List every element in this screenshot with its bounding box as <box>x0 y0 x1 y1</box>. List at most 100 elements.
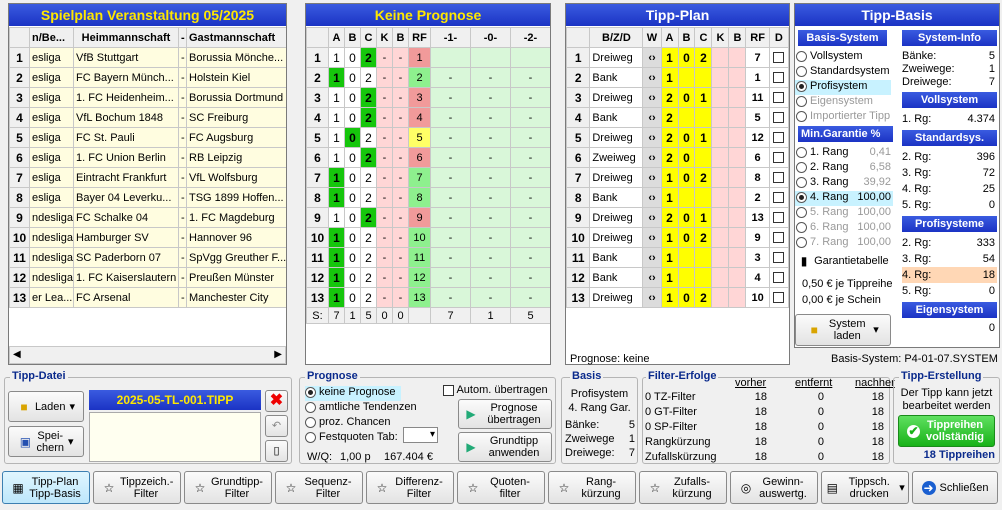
prognose-option[interactable]: keine Prognose <box>305 386 401 401</box>
autom-uebertragen[interactable]: Autom. übertragen <box>443 384 548 396</box>
k-cell[interactable] <box>711 207 730 228</box>
table-cell[interactable]: 2 <box>360 287 377 308</box>
swap-icon[interactable]: ‹› <box>642 167 662 188</box>
table-cell[interactable]: - <box>470 227 511 248</box>
table-row[interactable]: 2 Bank ‹› 1 1 <box>566 67 789 88</box>
table-row[interactable]: 2 esliga FC Bayern Münch... - Holstein Kiel <box>9 67 286 88</box>
column-header[interactable]: A <box>660 27 679 48</box>
row-checkbox[interactable] <box>773 72 785 84</box>
table-cell[interactable]: 5 <box>408 127 431 148</box>
table-cell[interactable]: 2 <box>360 147 377 168</box>
table-cell[interactable]: - <box>178 87 187 108</box>
radio-button[interactable] <box>796 176 807 188</box>
rang-kuerzung-button[interactable]: ☆ Rang- kürzung <box>548 471 636 504</box>
table-cell[interactable]: - <box>392 227 409 248</box>
b-cell[interactable] <box>728 107 747 128</box>
tip-cell[interactable]: 0 <box>677 227 696 248</box>
column-header[interactable]: B <box>344 27 361 48</box>
swap-icon[interactable]: ‹› <box>642 127 662 148</box>
table-cell[interactable]: 0 <box>344 227 361 248</box>
table-cell[interactable]: 1 <box>328 207 345 228</box>
table-cell[interactable]: ndesliga <box>29 227 74 248</box>
row-checkbox[interactable] <box>773 52 785 64</box>
table-cell[interactable]: - <box>376 167 393 188</box>
tip-cell[interactable]: 1 <box>660 267 679 288</box>
table-cell[interactable]: VfL Bochum 1848 <box>73 107 179 128</box>
d-cell[interactable] <box>768 187 789 208</box>
d-cell[interactable] <box>768 127 789 148</box>
radio-button[interactable] <box>305 401 316 413</box>
table-cell[interactable]: - <box>178 267 187 288</box>
table-cell[interactable]: - <box>430 127 471 148</box>
table-cell[interactable] <box>510 47 550 68</box>
table-cell[interactable] <box>430 47 471 68</box>
table-cell[interactable]: ndesliga <box>29 267 74 288</box>
table-cell[interactable]: - <box>430 147 471 168</box>
table-row[interactable]: 12 Bank ‹› 1 4 <box>566 267 789 288</box>
table-cell[interactable]: - <box>430 287 471 308</box>
table-cell[interactable]: 0 <box>344 127 361 148</box>
tip-cell[interactable]: 2 <box>660 207 679 228</box>
tippschein-drucken-button[interactable]: ▤ Tippsch. drucken ▾ <box>821 471 909 504</box>
table-cell[interactable]: - <box>470 267 511 288</box>
table-cell[interactable]: 1 <box>328 287 345 308</box>
column-header[interactable]: C <box>360 27 377 48</box>
table-cell[interactable]: Preußen Münster <box>186 267 286 288</box>
table-cell[interactable]: er Lea... <box>29 287 74 308</box>
table-cell[interactable]: Hannover 96 <box>186 227 286 248</box>
tip-cell[interactable]: 1 <box>660 287 679 308</box>
k-cell[interactable] <box>711 47 730 68</box>
table-cell[interactable]: SC Paderborn 07 <box>73 247 179 268</box>
table-cell[interactable]: - <box>392 207 409 228</box>
system-option[interactable]: Standardsystem <box>795 65 895 80</box>
table-cell[interactable]: - <box>470 127 511 148</box>
table-cell[interactable]: 2 <box>360 187 377 208</box>
table-cell[interactable]: 2 <box>360 127 377 148</box>
table-row[interactable]: 9102--9--- <box>306 207 550 228</box>
table-cell[interactable]: Borussia Dortmund <box>186 87 286 108</box>
table-row[interactable]: 10 ndesliga Hamburger SV - Hannover 96 <box>9 227 286 248</box>
table-cell[interactable]: Borussia Mönche... <box>186 47 286 68</box>
type-cell[interactable]: Bank <box>589 107 644 128</box>
table-cell[interactable]: FC St. Pauli <box>73 127 179 148</box>
b-cell[interactable] <box>728 227 747 248</box>
row-checkbox[interactable] <box>773 132 785 144</box>
b-cell[interactable] <box>728 147 747 168</box>
tippreihen-vollstaendig-button[interactable]: ✔ Tippreihen vollständig <box>898 415 995 447</box>
row-checkbox[interactable] <box>773 252 785 264</box>
speichern-button[interactable]: ▣ Spei- chern ▾ <box>8 426 84 457</box>
table-cell[interactable]: - <box>178 167 187 188</box>
d-cell[interactable] <box>768 87 789 108</box>
table-cell[interactable]: esliga <box>29 167 74 188</box>
table-cell[interactable]: - <box>470 67 511 88</box>
table-cell[interactable]: 8 <box>408 187 431 208</box>
tip-cell[interactable] <box>677 247 696 268</box>
table-cell[interactable]: - <box>470 147 511 168</box>
tip-cell[interactable] <box>694 267 713 288</box>
table-cell[interactable]: 0 <box>344 207 361 228</box>
system-option[interactable]: Profisystem <box>795 80 891 95</box>
radio-button[interactable] <box>796 191 807 203</box>
delete-button[interactable]: ✖ <box>265 390 288 412</box>
tip-cell[interactable] <box>694 187 713 208</box>
table-cell[interactable]: esliga <box>29 187 74 208</box>
gewinn-auswertung-button[interactable]: ◎ Gewinn- auswertg. <box>730 471 818 504</box>
swap-icon[interactable]: ‹› <box>642 107 662 128</box>
table-row[interactable]: 13 1 0 2- -13- - - <box>306 287 550 308</box>
d-cell[interactable] <box>768 147 789 168</box>
type-cell[interactable]: Zweiweg <box>589 147 644 168</box>
table-cell[interactable]: - <box>376 187 393 208</box>
table-cell[interactable]: 0 <box>344 187 361 208</box>
table-row[interactable]: 8 Bank ‹› 1 2 <box>566 187 789 208</box>
table-cell[interactable]: esliga <box>29 147 74 168</box>
table-cell[interactable]: ndesliga <box>29 207 74 228</box>
column-header[interactable]: - <box>178 27 187 48</box>
table-cell[interactable]: - <box>376 87 393 108</box>
table-cell[interactable]: 0 <box>344 47 361 68</box>
tip-cell[interactable]: 1 <box>660 47 679 68</box>
type-cell[interactable]: Dreiweg <box>589 167 644 188</box>
table-cell[interactable]: 10 <box>408 227 431 248</box>
table-cell[interactable]: SC Freiburg <box>186 107 286 128</box>
table-cell[interactable]: esliga <box>29 127 74 148</box>
rank-option[interactable]: 7. Rang 100,00 <box>795 236 893 251</box>
